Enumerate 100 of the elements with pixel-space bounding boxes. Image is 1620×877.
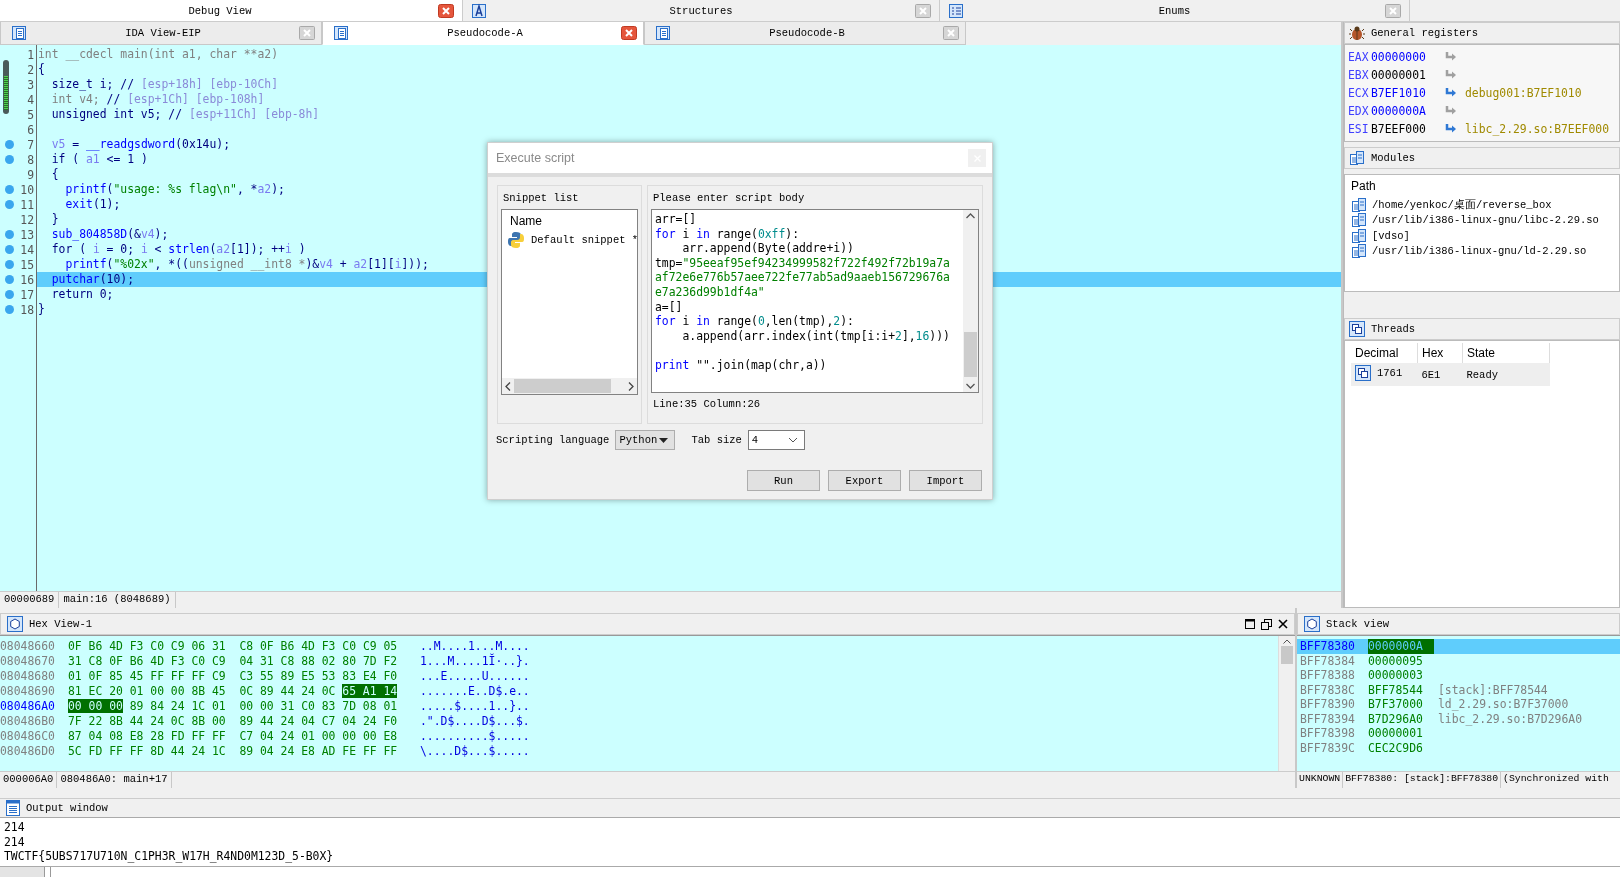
chevron-up-icon (1283, 639, 1291, 644)
line-number: 12 (20, 212, 34, 227)
address: 080486B0 (0, 714, 56, 729)
language-button[interactable] (0, 866, 45, 877)
caret-icon (659, 437, 669, 443)
address: BFF78388 (1300, 668, 1356, 683)
panel-title: Threads (1371, 323, 1416, 335)
bent-arrow-icon (1445, 52, 1457, 62)
dialog-button[interactable]: Run (747, 470, 820, 491)
line-number: 11 (20, 197, 34, 212)
panel-title: Output window (26, 802, 108, 814)
editor-tab[interactable]: Pseudocode-A (322, 22, 644, 45)
close-icon[interactable] (1278, 619, 1288, 629)
ascii-text: .".D$....D$...$. (420, 714, 531, 729)
script-line: e7a236d99b1df4a" (655, 284, 766, 300)
breakpoint-dot[interactable] (5, 290, 14, 299)
line-number: 14 (20, 242, 34, 257)
document-icon (6, 800, 20, 816)
code-line: printf("usage: %s flag\n", *a2); (64, 182, 285, 197)
script-line: for i in range(0,len(tmp),2): (655, 314, 855, 329)
document-list-icon (655, 25, 671, 41)
stack-comment: ld_2.29.so:B7F37000 (1438, 697, 1569, 712)
stack-value: BFF78544 (1368, 682, 1424, 697)
breakpoint-dot[interactable] (5, 245, 14, 254)
column-header: Path (1351, 179, 1377, 193)
breakpoint-dot[interactable] (5, 200, 14, 209)
dialog-title: Execute script (496, 151, 576, 165)
field-label: Scripting language (496, 434, 610, 446)
ascii-text: .......E..D$.e.. (420, 684, 531, 699)
breakpoint-dot[interactable] (5, 275, 14, 284)
group-title: Snippet list (502, 191, 580, 206)
dialog-button[interactable]: Export (828, 470, 901, 491)
script-line: arr=[] (655, 212, 698, 227)
breakpoint-dot[interactable] (5, 305, 14, 314)
address: BFF78384 (1300, 653, 1356, 668)
register-value: 00000000 (1371, 50, 1427, 64)
line-number: 4 (27, 92, 34, 107)
address: BFF78398 (1300, 726, 1356, 741)
hex-bytes: 00 00 00 89 84 24 1C 01 00 00 31 C0 83 7D 08 01 (68, 699, 399, 714)
snippet-item[interactable]: Default snippet * (502, 231, 637, 249)
code-line: printf("%02x", *((unsigned __int8 *)&v4 + a2[1][i])); (64, 257, 429, 272)
line-number: 18 (20, 302, 34, 317)
restore-icon[interactable] (1261, 618, 1272, 630)
breakpoint-dot[interactable] (5, 260, 14, 269)
register-target: libc_2.29.so:B7EEF000 (1465, 122, 1609, 136)
view-tab[interactable]: Structures (463, 0, 940, 21)
maximize-icon[interactable] (1245, 619, 1255, 629)
panel-title: General registers (1371, 27, 1479, 39)
bent-arrow-icon (1445, 106, 1457, 116)
breakpoint-dot[interactable] (5, 155, 14, 164)
line-number: 8 (27, 152, 34, 167)
python-icon (507, 231, 525, 249)
modules-icon (1351, 196, 1367, 213)
script-line: arr.append(Byte(addre+i)) (681, 241, 855, 256)
script-editor[interactable] (651, 209, 979, 393)
chevron-right-icon (628, 381, 634, 391)
panel-title: Hex View-1 (29, 618, 93, 630)
breakpoint-dot[interactable] (5, 230, 14, 239)
script-line: a.append(arr.index(int(tmp[i:i+2],16))) (681, 328, 951, 344)
editor-tab[interactable]: Pseudocode-B (644, 22, 966, 45)
tab-size-dropdown[interactable]: 4 (747, 430, 805, 450)
code-line: int __cdecl main(int a1, char **a2) (37, 47, 279, 62)
view-tab[interactable]: Enums (940, 0, 1410, 21)
breakpoint-dot[interactable] (5, 140, 14, 149)
script-line: print "".join(map(chr,a)) (655, 357, 828, 373)
module-path[interactable]: /usr/lib/i386-linux-gnu/ld-2.29.so (1372, 245, 1587, 258)
language-dropdown[interactable]: Python (615, 430, 676, 450)
module-path[interactable]: /home/yenkoc/桌面/reverse_box (1372, 197, 1552, 212)
script-line: af72e6e776b57aee722fe77ab5ad9aaeb156729676a (655, 270, 951, 285)
line-number: 1 (27, 47, 34, 62)
module-path[interactable]: /usr/lib/i386-linux-gnu/libc-2.29.so (1372, 214, 1599, 227)
line-number: 13 (20, 227, 34, 242)
line-number: 5 (27, 107, 34, 122)
hex-bytes: 7F 22 8B 44 24 0C 8B 00 89 44 24 04 C7 04 24 F0 (68, 714, 399, 729)
code-line: } (37, 302, 45, 317)
editor-tab[interactable]: IDA View-EIP (0, 22, 322, 45)
status-text: (Synchronized with (1502, 772, 1609, 786)
code-line: sub_804858D(&v4); (50, 227, 169, 242)
stack-value: B7F37000 (1368, 697, 1424, 712)
breakpoint-dot[interactable] (5, 185, 14, 194)
table-cell: 6E1 (1417, 363, 1463, 386)
view-tab[interactable]: Debug View (0, 0, 463, 21)
dialog-button[interactable]: Import (909, 470, 982, 491)
code-line: size_t i; // [esp+18h] [ebp-10Ch] (50, 77, 279, 92)
selected-row[interactable]: BFF78380 0000000A (1297, 639, 1620, 654)
bent-arrow-icon (1445, 124, 1457, 134)
code-line: if ( a1 <= 1 ) (50, 152, 148, 167)
code-line: v5 = __readgsdword(0x14u); (50, 137, 231, 152)
script-line: tmp="95eeaf95ef94234999582f722f492f72b19a7a (655, 255, 951, 271)
register-name: ECX (1348, 86, 1370, 100)
address: 08048660 (0, 639, 56, 654)
address: 080486C0 (0, 729, 56, 744)
stack-comment: [stack]:BFF78544 (1438, 682, 1548, 697)
panel-title: Stack view (1326, 618, 1389, 630)
script-line: for i in range(0xff): (655, 226, 801, 242)
module-path[interactable]: [vdso] (1372, 229, 1410, 242)
address: 080486D0 (0, 744, 56, 759)
address: 080486A0 (0, 699, 56, 714)
register-name: EBX (1348, 68, 1370, 82)
hex-bytes: 87 04 08 E8 28 FD FF FF C7 04 24 01 00 00 00 E8 (68, 729, 399, 744)
